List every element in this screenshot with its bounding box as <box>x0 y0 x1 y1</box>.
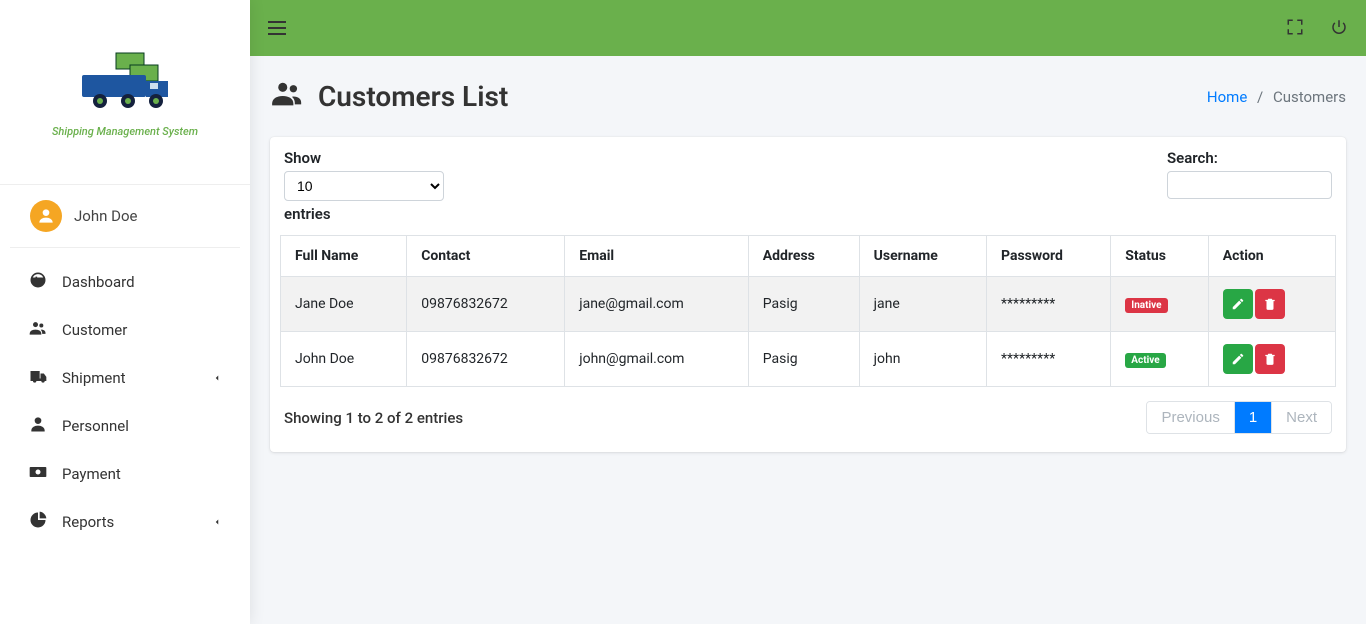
length-select[interactable]: 10 <box>284 171 444 201</box>
page-title: Customers List <box>318 80 508 113</box>
length-label: Show <box>284 149 444 167</box>
edit-button[interactable] <box>1223 289 1253 319</box>
col-password[interactable]: Password <box>987 236 1111 277</box>
sidebar-item-customer[interactable]: Customer <box>0 306 250 354</box>
cell-address: Pasig <box>748 277 859 332</box>
cell-username: john <box>859 332 986 387</box>
sidebar-item-label: Payment <box>62 465 121 483</box>
pagination-prev[interactable]: Previous <box>1147 402 1234 433</box>
avatar <box>30 200 62 232</box>
breadcrumb: Home / Customers <box>1207 88 1346 106</box>
user-name: John Doe <box>74 207 137 225</box>
breadcrumb-current: Customers <box>1273 88 1346 106</box>
cell-contact: 09876832672 <box>407 277 565 332</box>
col-contact[interactable]: Contact <box>407 236 565 277</box>
chevron-left-icon <box>212 369 222 387</box>
nav-sidebar: Dashboard Customer Shipment <box>0 248 250 556</box>
datatable-controls: Show 10 entries Search: <box>280 149 1336 229</box>
col-username[interactable]: Username <box>859 236 986 277</box>
pagination-next[interactable]: Next <box>1272 402 1331 433</box>
chart-pie-icon <box>28 510 48 534</box>
search-control: Search: <box>1167 149 1332 223</box>
search-label: Search: <box>1167 149 1332 167</box>
topbar <box>250 0 1366 56</box>
status-badge: Active <box>1125 353 1165 368</box>
cell-username: jane <box>859 277 986 332</box>
table-header-row: Full Name Contact Email Address Username… <box>281 236 1336 277</box>
brand: Shipping Management System <box>0 0 250 185</box>
brand-name: Shipping Management System <box>52 125 198 138</box>
sidebar-item-label: Personnel <box>62 417 129 435</box>
search-input[interactable] <box>1167 171 1332 199</box>
person-icon <box>28 414 48 438</box>
users-icon <box>28 318 48 342</box>
cell-full-name: John Doe <box>281 332 407 387</box>
cell-full-name: Jane Doe <box>281 277 407 332</box>
col-full-name[interactable]: Full Name <box>281 236 407 277</box>
cell-address: Pasig <box>748 332 859 387</box>
cell-password: ********* <box>987 277 1111 332</box>
pagination: Previous 1 Next <box>1146 401 1332 434</box>
chevron-left-icon <box>212 513 222 531</box>
col-address[interactable]: Address <box>748 236 859 277</box>
sidebar: Shipping Management System John Doe Dash… <box>0 0 250 624</box>
table-row: John Doe09876832672john@gmail.comPasigjo… <box>281 332 1336 387</box>
cell-email: john@gmail.com <box>565 332 749 387</box>
brand-logo <box>70 47 180 121</box>
customers-table: Full Name Contact Email Address Username… <box>280 235 1336 387</box>
sidebar-item-reports[interactable]: Reports <box>0 498 250 546</box>
cell-status: Inative <box>1111 277 1209 332</box>
cell-password: ********* <box>987 332 1111 387</box>
content-header: Customers List Home / Customers <box>250 56 1366 127</box>
sidebar-item-shipment[interactable]: Shipment <box>0 354 250 402</box>
sidebar-item-label: Dashboard <box>62 273 135 291</box>
breadcrumb-sep: / <box>1251 88 1269 106</box>
sidebar-item-label: Shipment <box>62 369 126 387</box>
length-control: Show 10 entries <box>284 149 444 223</box>
cell-status: Active <box>1111 332 1209 387</box>
dashboard-icon <box>28 270 48 294</box>
power-button[interactable] <box>1330 18 1348 39</box>
customers-card: Show 10 entries Search: <box>270 137 1346 452</box>
sidebar-item-label: Reports <box>62 513 114 531</box>
cell-action <box>1208 277 1335 332</box>
delete-button[interactable] <box>1255 289 1285 319</box>
datatable-footer: Showing 1 to 2 of 2 entries Previous 1 N… <box>280 387 1336 434</box>
cell-email: jane@gmail.com <box>565 277 749 332</box>
delete-button[interactable] <box>1255 344 1285 374</box>
fullscreen-button[interactable] <box>1286 18 1304 39</box>
user-panel: John Doe <box>10 185 240 248</box>
pagination-page-1[interactable]: 1 <box>1235 402 1272 433</box>
page-title-wrap: Customers List <box>270 76 508 117</box>
col-email[interactable]: Email <box>565 236 749 277</box>
col-status[interactable]: Status <box>1111 236 1209 277</box>
menu-toggle-button[interactable] <box>268 16 292 40</box>
cell-action <box>1208 332 1335 387</box>
datatable-info: Showing 1 to 2 of 2 entries <box>284 409 463 427</box>
sidebar-item-payment[interactable]: Payment <box>0 450 250 498</box>
table-row: Jane Doe09876832672jane@gmail.comPasigja… <box>281 277 1336 332</box>
sidebar-item-dashboard[interactable]: Dashboard <box>0 258 250 306</box>
edit-button[interactable] <box>1223 344 1253 374</box>
sidebar-item-label: Customer <box>62 321 127 339</box>
truck-icon <box>28 366 48 390</box>
money-icon <box>28 462 48 486</box>
breadcrumb-home[interactable]: Home <box>1207 88 1247 106</box>
sidebar-item-personnel[interactable]: Personnel <box>0 402 250 450</box>
cell-contact: 09876832672 <box>407 332 565 387</box>
status-badge: Inative <box>1125 298 1167 313</box>
length-suffix: entries <box>284 205 444 223</box>
col-action[interactable]: Action <box>1208 236 1335 277</box>
users-icon <box>270 76 304 117</box>
